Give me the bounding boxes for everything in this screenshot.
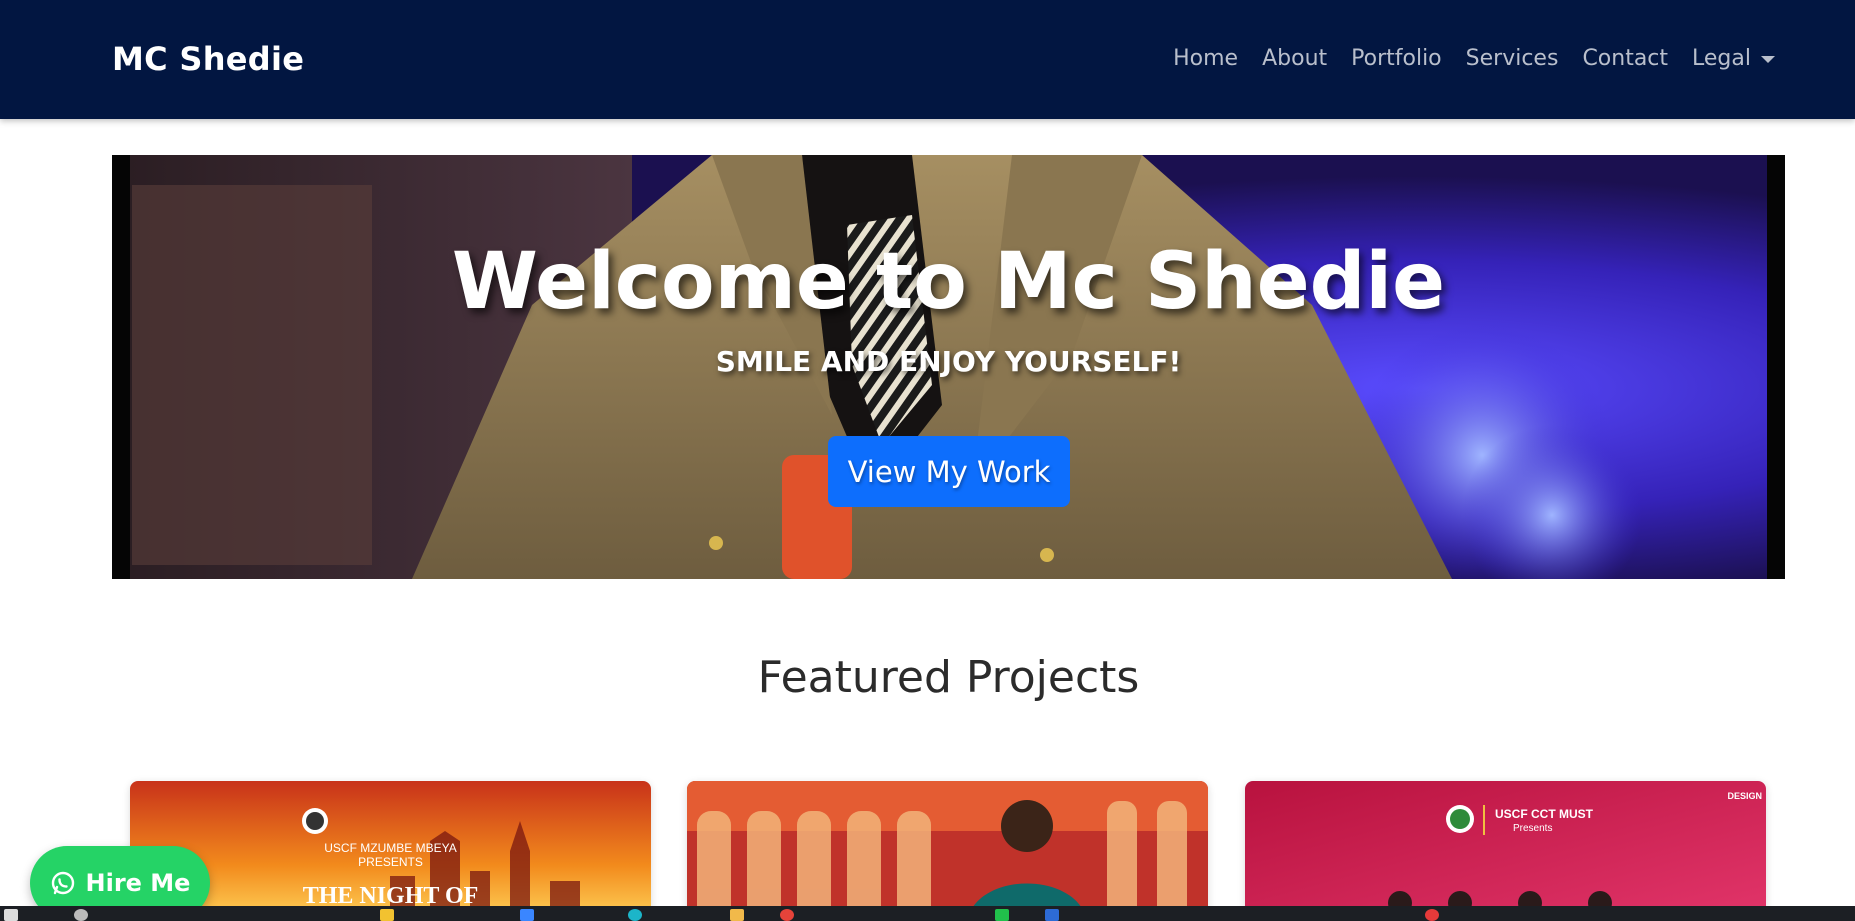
card-1-org: USCF MZUMBE MBEYA xyxy=(324,841,457,855)
project-card-image xyxy=(687,781,1208,921)
taskbar-app-icon[interactable] xyxy=(995,909,1009,921)
nav-services[interactable]: Services xyxy=(1466,46,1559,71)
card-3-badge: DESIGN xyxy=(1727,791,1762,801)
hero-subtitle: SMILE AND ENJOY YOURSELF! xyxy=(715,345,1182,378)
nav-portfolio[interactable]: Portfolio xyxy=(1351,46,1442,71)
nav-about[interactable]: About xyxy=(1262,46,1327,71)
nav-links: Home About Portfolio Services Contact Le… xyxy=(1173,46,1775,71)
hero-banner: Welcome to Mc Shedie SMILE AND ENJOY YOU… xyxy=(112,155,1785,579)
caret-down-icon xyxy=(1761,56,1775,63)
whatsapp-icon xyxy=(51,871,74,895)
start-icon[interactable] xyxy=(4,909,18,921)
taskbar-app-icon[interactable] xyxy=(1045,909,1059,921)
project-card[interactable] xyxy=(687,781,1208,921)
nav-contact[interactable]: Contact xyxy=(1582,46,1668,71)
card-1-presents: PRESENTS xyxy=(358,855,423,869)
search-icon[interactable] xyxy=(74,909,88,921)
project-card[interactable]: USCF MZUMBE MBEYA PRESENTS THE NIGHT OF xyxy=(130,781,651,921)
navbar: MC Shedie Home About Portfolio Services … xyxy=(0,0,1855,119)
brand-logo[interactable]: MC Shedie xyxy=(112,40,304,78)
taskbar-app-icon[interactable] xyxy=(730,909,744,921)
card-3-presents: Presents xyxy=(1513,823,1553,834)
view-my-work-button[interactable]: View My Work xyxy=(828,436,1070,507)
hero-title: Welcome to Mc Shedie xyxy=(451,237,1446,327)
nav-legal-dropdown[interactable]: Legal xyxy=(1692,46,1775,71)
nav-home[interactable]: Home xyxy=(1173,46,1238,71)
featured-projects-title: Featured Projects xyxy=(757,652,1140,703)
hire-me-label: Hire Me xyxy=(85,869,191,897)
nav-legal-label: Legal xyxy=(1692,46,1751,71)
card-3-org: USCF CCT MUST xyxy=(1495,807,1593,821)
taskbar-app-icon[interactable] xyxy=(628,909,642,921)
taskbar-app-icon[interactable] xyxy=(520,909,534,921)
taskbar-app-icon[interactable] xyxy=(780,909,794,921)
project-card[interactable]: USCF CCT MUST Presents DESIGN xyxy=(1245,781,1766,921)
os-taskbar xyxy=(0,906,1855,921)
taskbar-app-icon[interactable] xyxy=(1425,909,1439,921)
project-card-image xyxy=(1245,781,1766,921)
taskbar-app-icon[interactable] xyxy=(380,909,394,921)
